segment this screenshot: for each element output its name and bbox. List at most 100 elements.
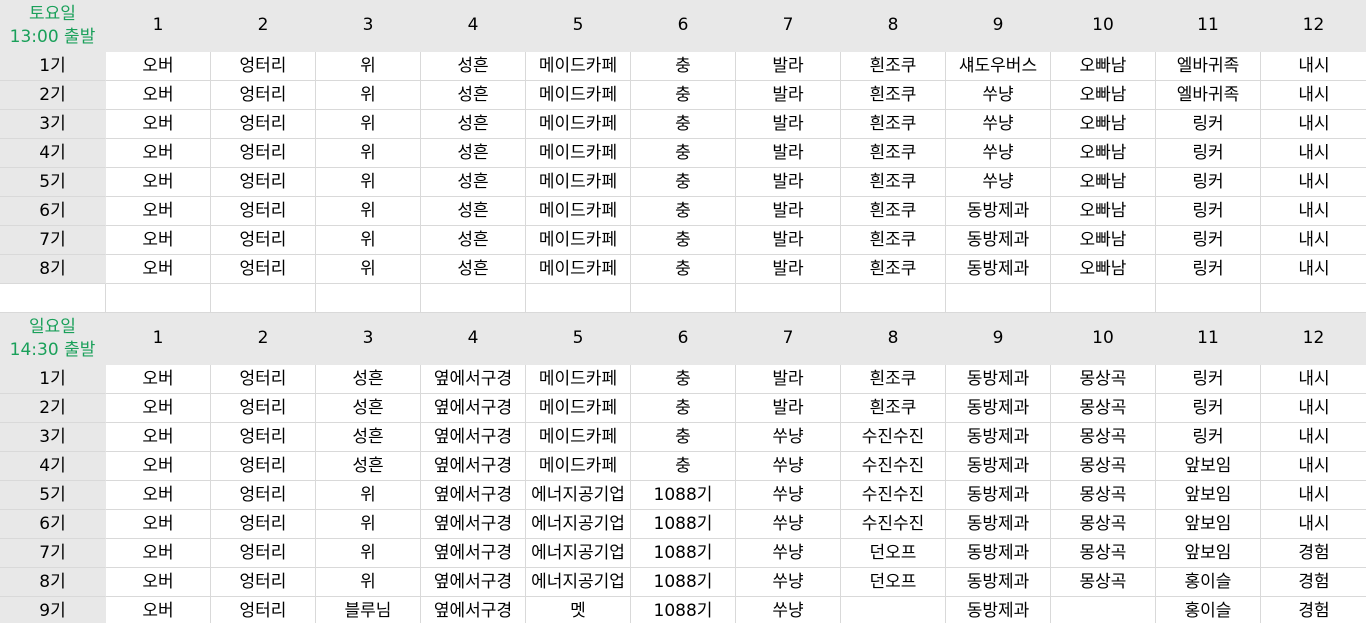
table-cell[interactable]: 동방제과	[946, 539, 1051, 568]
table-cell[interactable]: 홍이슬	[1156, 597, 1261, 623]
table-cell[interactable]: 충	[631, 139, 736, 168]
table-cell[interactable]: 오버	[106, 365, 211, 394]
table-cell[interactable]: 내시	[1261, 81, 1366, 110]
table-cell[interactable]: 1088기	[631, 539, 736, 568]
table-cell[interactable]: 흰조쿠	[841, 52, 946, 81]
blank-cell[interactable]	[631, 284, 736, 313]
table-cell[interactable]: 몽상곡	[1051, 394, 1156, 423]
row-label[interactable]: 6기	[0, 197, 106, 226]
table-cell[interactable]: 내시	[1261, 394, 1366, 423]
table-cell[interactable]: 쑤냥	[946, 110, 1051, 139]
table-cell[interactable]: 오빠남	[1051, 226, 1156, 255]
table-cell[interactable]: 엉터리	[211, 139, 316, 168]
table-cell[interactable]: 오버	[106, 423, 211, 452]
table-cell[interactable]: 몽상곡	[1051, 539, 1156, 568]
column-header-9[interactable]: 9	[946, 313, 1051, 365]
table-cell[interactable]: 흰조쿠	[841, 110, 946, 139]
table-cell[interactable]: 충	[631, 168, 736, 197]
table-cell[interactable]: 엉터리	[211, 226, 316, 255]
blank-cell[interactable]	[841, 284, 946, 313]
row-label[interactable]: 2기	[0, 394, 106, 423]
table-cell[interactable]: 쑤냥	[736, 568, 841, 597]
table-cell[interactable]: 메이드카페	[526, 365, 631, 394]
row-label[interactable]: 8기	[0, 255, 106, 284]
table-cell[interactable]: 위	[316, 226, 421, 255]
table-cell[interactable]: 몽상곡	[1051, 481, 1156, 510]
table-cell[interactable]: 메이드카페	[526, 81, 631, 110]
table-cell[interactable]: 링커	[1156, 139, 1261, 168]
table-cell[interactable]: 옆에서구경	[421, 510, 526, 539]
blank-cell[interactable]	[736, 284, 841, 313]
column-header-4[interactable]: 4	[421, 0, 526, 52]
table-cell[interactable]: 오버	[106, 539, 211, 568]
table-cell[interactable]: 충	[631, 226, 736, 255]
table-cell[interactable]: 위	[316, 52, 421, 81]
table-cell[interactable]: 링커	[1156, 110, 1261, 139]
table-cell[interactable]: 충	[631, 452, 736, 481]
table-cell[interactable]: 엉터리	[211, 539, 316, 568]
table-cell[interactable]: 쑤냥	[736, 510, 841, 539]
table-cell[interactable]: 내시	[1261, 52, 1366, 81]
table-cell[interactable]: 동방제과	[946, 510, 1051, 539]
table-cell[interactable]: 엘바귀족	[1156, 81, 1261, 110]
row-label[interactable]: 5기	[0, 168, 106, 197]
column-header-8[interactable]: 8	[841, 313, 946, 365]
table-cell[interactable]: 동방제과	[946, 226, 1051, 255]
table-cell[interactable]: 엘바귀족	[1156, 52, 1261, 81]
table-cell[interactable]: 흰조쿠	[841, 226, 946, 255]
table-cell[interactable]: 앞보임	[1156, 481, 1261, 510]
table-cell[interactable]: 성흔	[421, 52, 526, 81]
table-cell[interactable]: 멧	[526, 597, 631, 623]
table-cell[interactable]: 흰조쿠	[841, 197, 946, 226]
table-cell[interactable]: 흰조쿠	[841, 81, 946, 110]
table-cell[interactable]: 위	[316, 539, 421, 568]
table-cell[interactable]: 에너지공기업	[526, 510, 631, 539]
column-header-2[interactable]: 2	[211, 0, 316, 52]
row-label[interactable]: 5기	[0, 481, 106, 510]
table-cell[interactable]: 성흔	[421, 81, 526, 110]
table-cell[interactable]: 내시	[1261, 365, 1366, 394]
table-cell[interactable]: 성흔	[421, 110, 526, 139]
table-cell[interactable]: 메이드카페	[526, 52, 631, 81]
table-cell[interactable]: 발라	[736, 139, 841, 168]
table-cell[interactable]: 엉터리	[211, 52, 316, 81]
column-header-3[interactable]: 3	[316, 0, 421, 52]
table-cell[interactable]: 1088기	[631, 510, 736, 539]
table-cell[interactable]: 에너지공기업	[526, 539, 631, 568]
table-cell[interactable]: 에너지공기업	[526, 568, 631, 597]
table-cell[interactable]: 경험	[1261, 597, 1366, 623]
table-cell[interactable]: 오버	[106, 394, 211, 423]
table-cell[interactable]: 메이드카페	[526, 110, 631, 139]
table-cell[interactable]: 발라	[736, 110, 841, 139]
table-cell[interactable]: 옆에서구경	[421, 597, 526, 623]
table-cell[interactable]: 엉터리	[211, 452, 316, 481]
table-cell[interactable]: 수진수진	[841, 510, 946, 539]
table-cell[interactable]: 내시	[1261, 255, 1366, 284]
table-cell[interactable]: 링커	[1156, 168, 1261, 197]
table-cell[interactable]: 충	[631, 197, 736, 226]
table-cell[interactable]: 동방제과	[946, 365, 1051, 394]
blank-cell[interactable]	[211, 284, 316, 313]
table-cell[interactable]: 성흔	[316, 365, 421, 394]
table-cell[interactable]: 오버	[106, 81, 211, 110]
table-cell[interactable]: 오버	[106, 197, 211, 226]
column-header-12[interactable]: 12	[1261, 0, 1366, 52]
table-cell[interactable]: 메이드카페	[526, 423, 631, 452]
table-cell[interactable]: 성흔	[316, 423, 421, 452]
column-header-7[interactable]: 7	[736, 313, 841, 365]
table-cell[interactable]: 홍이슬	[1156, 568, 1261, 597]
blank-cell[interactable]	[421, 284, 526, 313]
column-header-12[interactable]: 12	[1261, 313, 1366, 365]
table-cell[interactable]: 메이드카페	[526, 226, 631, 255]
table-cell[interactable]: 충	[631, 394, 736, 423]
table-cell[interactable]: 옆에서구경	[421, 423, 526, 452]
table-cell[interactable]: 동방제과	[946, 394, 1051, 423]
table-cell[interactable]: 발라	[736, 255, 841, 284]
table-cell[interactable]: 동방제과	[946, 423, 1051, 452]
column-header-8[interactable]: 8	[841, 0, 946, 52]
blank-cell[interactable]	[0, 284, 106, 313]
table-cell[interactable]: 엉터리	[211, 110, 316, 139]
table-cell[interactable]: 옆에서구경	[421, 539, 526, 568]
table-cell[interactable]: 오버	[106, 510, 211, 539]
table-cell[interactable]: 내시	[1261, 226, 1366, 255]
